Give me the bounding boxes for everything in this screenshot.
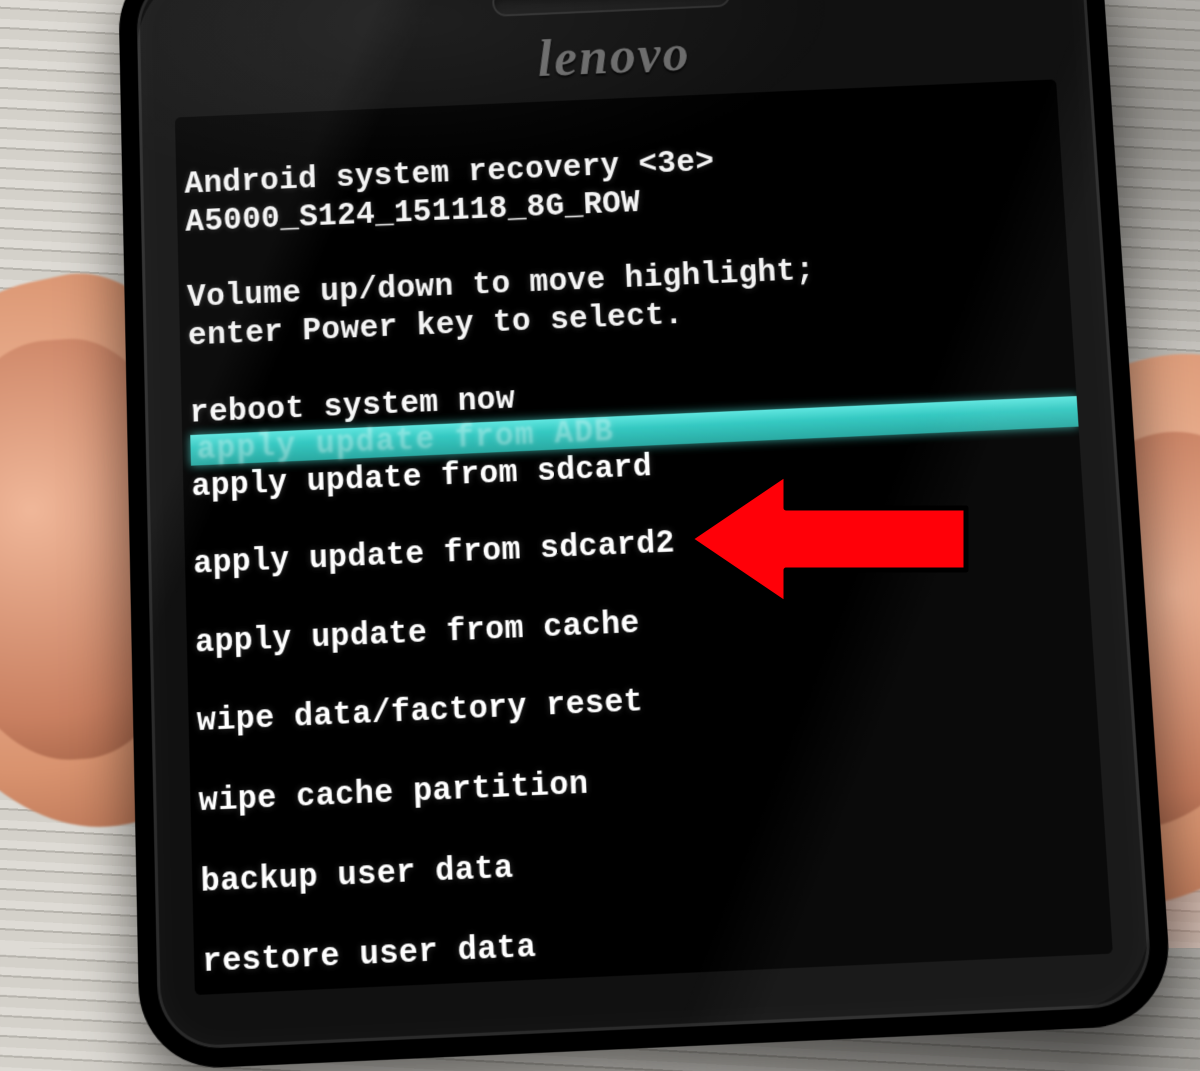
menu-wipe-data-factory-reset[interactable]: wipe data/factory reset	[196, 663, 1096, 743]
phone-screen: Android system recovery <3e> A5000_S124_…	[175, 79, 1113, 995]
menu-apply-update-from-sdcard2[interactable]: apply update from sdcard2	[193, 507, 1087, 585]
phone-body: lenovo Android system recovery <3e> A500…	[118, 0, 1174, 1071]
menu-backup-user-data[interactable]: backup user data	[200, 822, 1107, 903]
menu-restore-user-data[interactable]: restore user data	[202, 903, 1112, 984]
menu-wipe-cache-partition[interactable]: wipe cache partition	[198, 742, 1101, 822]
recovery-console: Android system recovery <3e> A5000_S124_…	[175, 79, 1113, 995]
earpiece-speaker	[492, 0, 731, 17]
menu-apply-update-from-cache[interactable]: apply update from cache	[195, 585, 1092, 664]
menu-root-integrity-check[interactable]: root integrity check	[204, 984, 1113, 996]
